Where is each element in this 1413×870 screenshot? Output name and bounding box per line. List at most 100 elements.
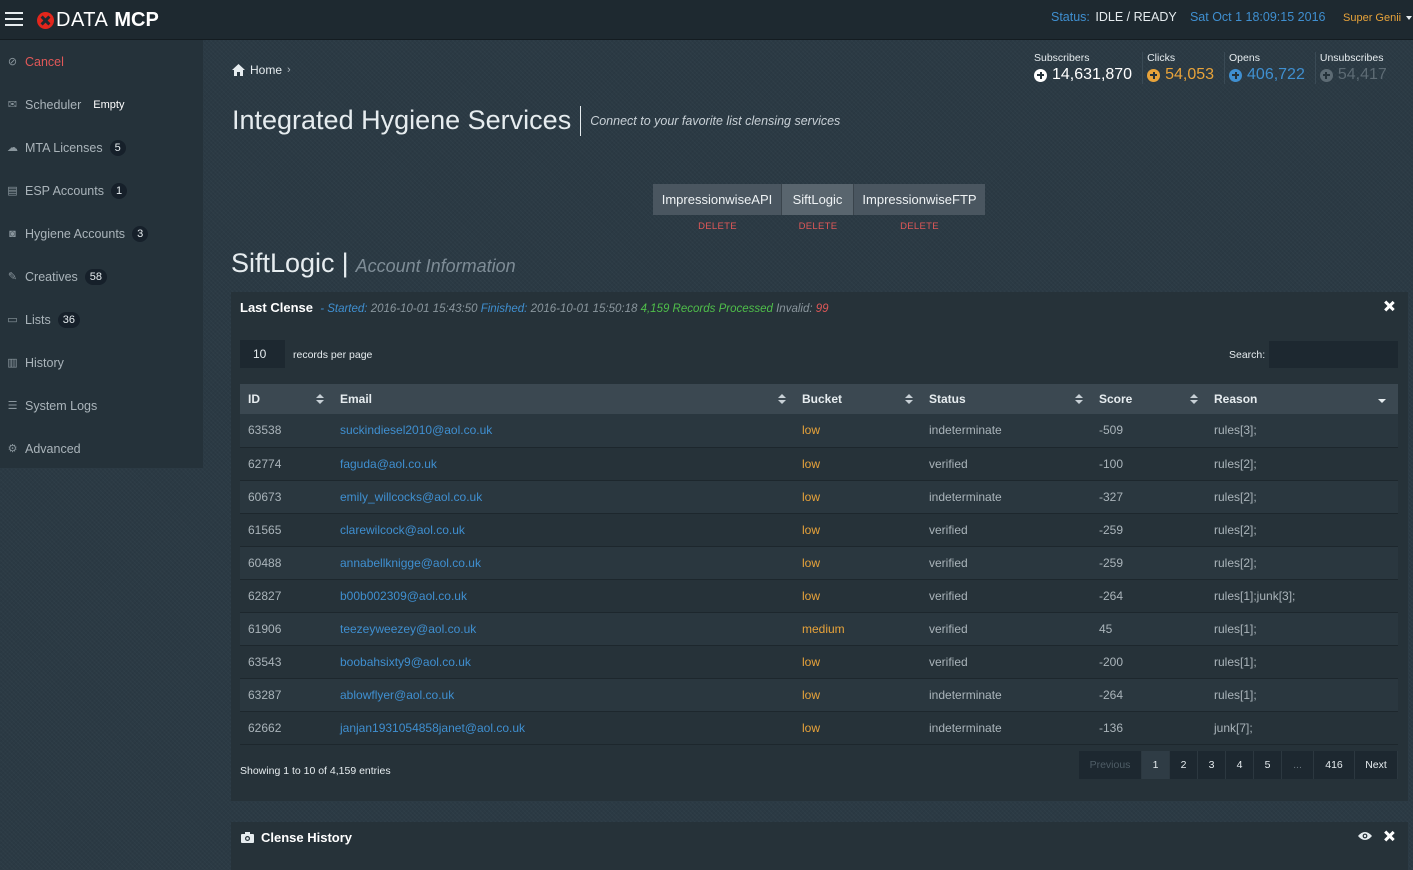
cell-email[interactable]: faguda@aol.co.uk <box>332 447 794 481</box>
column-header-email[interactable]: Email <box>332 384 794 414</box>
cell-status: verified <box>921 579 1091 613</box>
stat-label: Subscribers <box>1034 52 1090 64</box>
last-clense-panel: Last Clense - Started: 2016-10-01 15:43:… <box>231 292 1408 801</box>
cell-email[interactable]: boobahsixty9@aol.co.uk <box>332 645 794 679</box>
pagination-page[interactable]: 2 <box>1170 751 1198 779</box>
sidebar-badge: 36 <box>57 311 80 328</box>
sidebar-item-label: Advanced <box>25 441 81 456</box>
sidebar-item-scheduler[interactable]: ✉ Scheduler Empty <box>0 83 203 126</box>
folder-icon: ▭ <box>7 314 18 326</box>
pagination-previous[interactable]: Previous <box>1079 751 1142 779</box>
delete-link[interactable]: DELETE <box>653 221 782 232</box>
section-header: SiftLogic | Account Information <box>231 248 516 279</box>
close-icon[interactable] <box>1384 301 1394 311</box>
stat-value: 406,722 <box>1229 66 1305 84</box>
pagination-page[interactable]: 4 <box>1226 751 1254 779</box>
close-icon[interactable] <box>1384 831 1394 841</box>
sidebar-item-creatives[interactable]: ✎ Creatives 58 <box>0 255 203 298</box>
cell-score: -509 <box>1091 414 1206 448</box>
search-input[interactable] <box>1269 341 1398 368</box>
cell-email[interactable]: teezeyweezey@aol.co.uk <box>332 612 794 646</box>
eye-icon[interactable] <box>1358 831 1372 841</box>
sidebar-item-cancel[interactable]: ⊘ Cancel <box>0 40 203 83</box>
sidebar-item-label: MTA Licenses <box>25 140 103 155</box>
cell-status: verified <box>921 645 1091 679</box>
service-button[interactable]: SiftLogic <box>782 184 854 215</box>
pagination-page[interactable]: 3 <box>1198 751 1226 779</box>
sort-icon <box>1075 394 1083 404</box>
sidebar-item-label: Cancel <box>25 54 64 69</box>
column-label: Bucket <box>802 392 843 406</box>
pagination-page[interactable]: 416 <box>1314 751 1355 779</box>
plus-circle-icon <box>1319 68 1333 82</box>
cell-id: 63287 <box>240 678 332 712</box>
column-header-id[interactable]: ID <box>240 384 332 414</box>
breadcrumb-home[interactable]: Home <box>250 63 282 77</box>
cell-bucket: low <box>794 513 921 547</box>
column-header-status[interactable]: Status <box>921 384 1091 414</box>
sidebar-item-label: History <box>25 355 64 370</box>
sidebar-item-esp-accounts[interactable]: ▤ ESP Accounts 1 <box>0 169 203 212</box>
logo[interactable]: DATA MCP <box>37 7 159 33</box>
column-header-reason[interactable]: Reason <box>1206 384 1398 414</box>
user-menu[interactable]: Super Genii <box>1343 12 1413 24</box>
stat-number: 406,722 <box>1247 66 1305 83</box>
delete-link[interactable]: DELETE <box>782 221 854 232</box>
sidebar-item-system-logs[interactable]: ☰ System Logs <box>0 384 203 427</box>
sidebar-item-lists[interactable]: ▭ Lists 36 <box>0 298 203 341</box>
cell-email[interactable]: suckindiesel2010@aol.co.uk <box>332 414 794 448</box>
sidebar-item-mta-licenses[interactable]: ☁ MTA Licenses 5 <box>0 126 203 169</box>
cell-reason: rules[2]; <box>1206 480 1398 514</box>
cell-email[interactable]: ablowflyer@aol.co.uk <box>332 678 794 712</box>
cell-id: 61565 <box>240 513 332 547</box>
cell-email[interactable]: annabellknigge@aol.co.uk <box>332 546 794 580</box>
hamburger-menu-icon[interactable] <box>5 12 23 26</box>
service-button[interactable]: ImpressionwiseFTP <box>854 184 985 215</box>
pagination-page[interactable]: 5 <box>1254 751 1282 779</box>
cell-score: -200 <box>1091 645 1206 679</box>
sidebar-item-history[interactable]: ▥ History <box>0 341 203 384</box>
started-value: 2016-10-01 15:43:50 <box>370 303 478 315</box>
panel-header: Last Clense - Started: 2016-10-01 15:43:… <box>240 300 829 315</box>
pagination-page[interactable]: 1 <box>1142 751 1170 779</box>
cell-email[interactable]: b00b002309@aol.co.uk <box>332 579 794 613</box>
chevron-right-icon: › <box>287 64 291 76</box>
plus-circle-icon <box>1034 68 1047 82</box>
stat-opens: Opens 406,722 <box>1224 52 1315 84</box>
column-header-bucket[interactable]: Bucket <box>794 384 921 414</box>
sort-icon <box>905 394 913 404</box>
column-header-score[interactable]: Score <box>1091 384 1206 414</box>
page-length-select[interactable]: 10 <box>240 340 285 368</box>
cell-score: -136 <box>1091 711 1206 745</box>
cell-email[interactable]: emily_willcocks@aol.co.uk <box>332 480 794 514</box>
service-button[interactable]: ImpressionwiseAPI <box>653 184 782 215</box>
finished-value: 2016-10-01 15:50:18 <box>530 303 638 315</box>
table-row: 61906 teezeyweezey@aol.co.uk medium veri… <box>240 612 1398 646</box>
sidebar-item-label: ESP Accounts <box>25 183 104 198</box>
records-processed: 4,159 Records Processed <box>640 303 773 315</box>
cell-id: 62662 <box>240 711 332 745</box>
sidebar-item-hygiene-accounts[interactable]: ◙ Hygiene Accounts 3 <box>0 212 203 255</box>
cell-score: -100 <box>1091 447 1206 481</box>
started-label: - Started: <box>320 303 368 315</box>
cell-email[interactable]: clarewilcock@aol.co.uk <box>332 513 794 547</box>
delete-link[interactable]: DELETE <box>854 221 985 232</box>
cell-score: 45 <box>1091 612 1206 646</box>
column-label: Score <box>1099 392 1133 406</box>
stat-label: Unsubscribes <box>1319 52 1384 64</box>
pagination-next[interactable]: Next <box>1355 751 1398 779</box>
cell-bucket: low <box>794 645 921 679</box>
envelope-icon: ✉ <box>7 99 18 111</box>
table-row: 62662 janjan1931054858janet@aol.co.uk lo… <box>240 711 1398 745</box>
sidebar-item-advanced[interactable]: ⚙ Advanced <box>0 427 203 470</box>
column-label: Status <box>929 392 966 406</box>
home-icon <box>232 64 245 76</box>
page-header: Integrated Hygiene Services Connect to y… <box>232 105 840 136</box>
gears-icon: ⚙ <box>7 443 18 455</box>
clense-history-panel: Clense History <box>231 822 1408 870</box>
cell-email[interactable]: janjan1931054858janet@aol.co.uk <box>332 711 794 745</box>
table-info: Showing 1 to 10 of 4,159 entries <box>240 765 391 777</box>
stat-number: 54,053 <box>1165 66 1215 83</box>
panel-title: Clense History <box>261 830 353 845</box>
cell-status: indeterminate <box>921 711 1091 745</box>
